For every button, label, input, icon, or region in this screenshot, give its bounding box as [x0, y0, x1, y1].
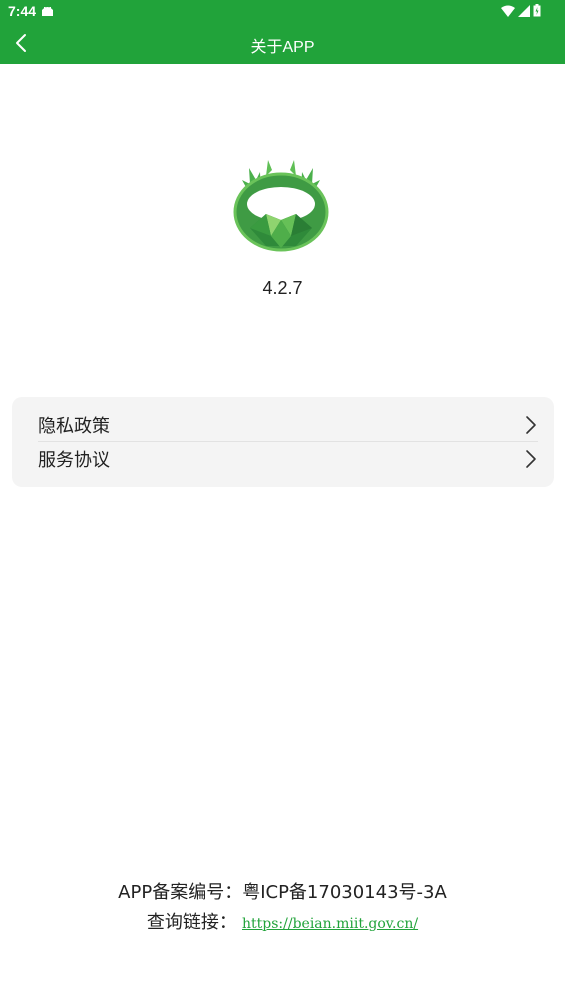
- status-time: 7:44: [8, 3, 37, 19]
- app-logo: [233, 160, 329, 252]
- icp-record-number: APP备案编号：粤ICP备17030143号-3A: [118, 882, 447, 903]
- query-label: 查询链接：: [146, 912, 237, 933]
- service-agreement-label: 服务协议: [38, 450, 110, 471]
- privacy-policy-label: 隐私政策: [38, 416, 110, 437]
- page-title: 关于APP: [250, 39, 315, 56]
- chevron-right-icon: [526, 450, 536, 468]
- battery-icon: [533, 4, 541, 17]
- settings-menu: 隐私政策 服务协议: [12, 397, 554, 487]
- chevron-right-icon: [526, 416, 536, 434]
- status-bar: 7:44: [0, 0, 565, 22]
- service-agreement-item[interactable]: 服务协议: [38, 442, 538, 474]
- wifi-icon: [501, 5, 515, 17]
- query-row: 查询链接： https://beian.miit.gov.cn/: [0, 908, 565, 934]
- system-icons: [501, 4, 541, 17]
- privacy-policy-item[interactable]: 隐私政策: [38, 408, 538, 440]
- signal-icon: [518, 4, 530, 17]
- app-version: 4.2.7: [262, 278, 303, 298]
- app-bar: 关于APP: [0, 22, 565, 64]
- query-link[interactable]: https://beian.miit.gov.cn/: [242, 916, 418, 932]
- android-notification-icon: [42, 7, 53, 16]
- footer: APP备案编号：粤ICP备17030143号-3A 查询链接： https://…: [0, 878, 565, 934]
